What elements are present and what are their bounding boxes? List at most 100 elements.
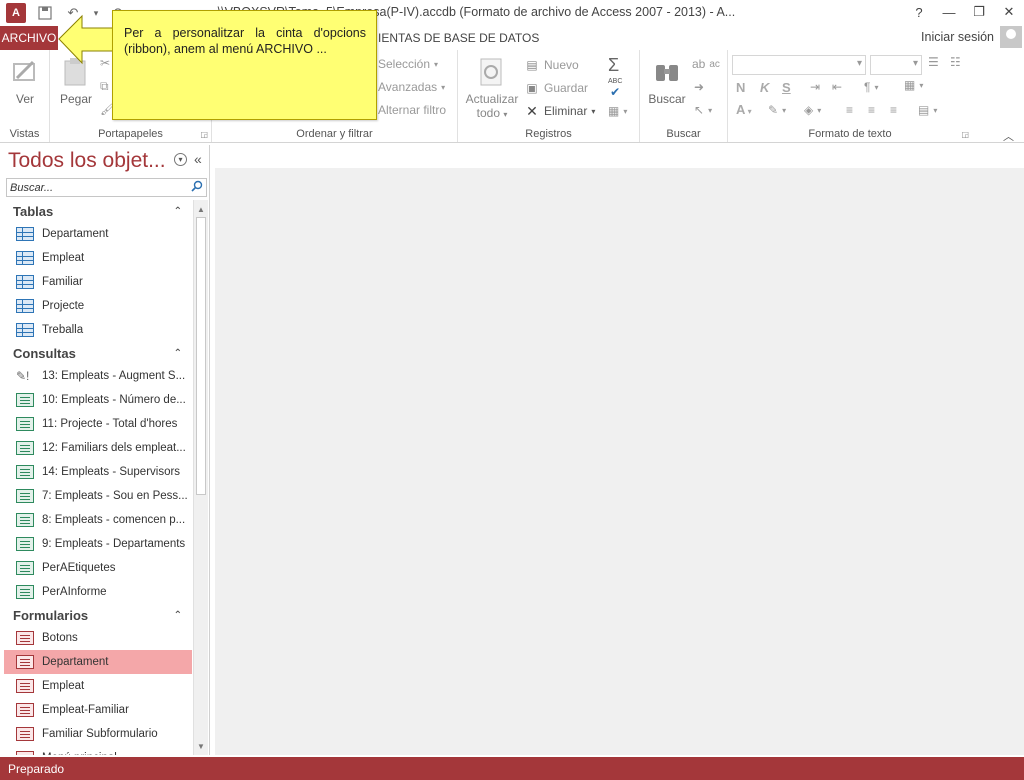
delete-record-button[interactable]: ✕ Eliminar ▾ [524, 103, 595, 119]
nav-item-form[interactable]: Menú principal [4, 746, 192, 755]
toggle-filter-button[interactable]: Alternar filtro [378, 103, 446, 117]
restore-button[interactable]: ❐ [964, 0, 994, 24]
window-controls: ? — ❐ ✕ [904, 0, 1024, 24]
nav-menu-chevron-icon[interactable]: ▾ [174, 153, 187, 166]
nav-item-query[interactable]: 11: Projecte - Total d'hores [4, 412, 192, 436]
help-button[interactable]: ? [904, 0, 934, 24]
underline-button[interactable]: S [782, 80, 791, 95]
nav-item-form[interactable]: Familiar Subformulario [4, 722, 192, 746]
font-name-combo[interactable] [732, 55, 866, 75]
selection-button[interactable]: Selección ▾ [378, 57, 438, 71]
avatar[interactable] [1000, 26, 1022, 48]
copy-icon[interactable]: ⧉ [100, 79, 109, 94]
minimize-button[interactable]: — [934, 0, 964, 24]
highlight-icon[interactable]: ✎ ▾ [768, 103, 786, 117]
access-app-icon[interactable]: A [6, 3, 26, 23]
nav-item-form[interactable]: Botons [4, 626, 192, 650]
nav-pane-title[interactable]: Todos los objet... [8, 149, 166, 173]
nav-item-query[interactable]: 12: Familiars dels empleat... [4, 436, 192, 460]
chevron-up-icon[interactable]: ⌃ [174, 206, 182, 217]
replace-icon[interactable]: ab ac [692, 57, 720, 71]
nav-scrollbar[interactable]: ▲ ▼ [193, 200, 208, 755]
form-icon [16, 679, 34, 693]
nav-search-input[interactable] [7, 179, 187, 196]
goto-icon[interactable]: ➜ [694, 80, 704, 94]
tab-file[interactable]: ARCHIVO [0, 26, 58, 50]
nav-collapse-icon[interactable]: « [194, 151, 202, 167]
indent-increase-icon[interactable]: ⇥ [810, 80, 820, 94]
spelling-icon[interactable]: ABC ✔ [608, 78, 622, 99]
find-button-label: Buscar [648, 92, 686, 106]
nav-category-form[interactable]: Formularios ⌃ [4, 604, 192, 626]
gridlines-icon[interactable]: ▦ ▾ [904, 78, 923, 92]
nav-item-query[interactable]: 10: Empleats - Número de... [4, 388, 192, 412]
nav-item-form[interactable]: Empleat [4, 674, 192, 698]
nav-category-query[interactable]: Consultas ⌃ [4, 342, 192, 364]
tab-database-tools[interactable]: IENTAS DE BASE DE DATOS [378, 31, 539, 45]
nav-category-label: Consultas [13, 345, 76, 361]
align-center-icon[interactable]: ≡ [868, 103, 875, 117]
nav-item-label: 9: Empleats - Departaments [42, 538, 186, 550]
text-format-launcher-icon[interactable]: ◲ [961, 130, 969, 139]
nav-item-label: 14: Empleats - Supervisors [42, 466, 181, 478]
alternate-fill-icon[interactable]: ▤ ▾ [918, 103, 937, 117]
save-record-button[interactable]: ▣ Guardar [524, 80, 588, 96]
scroll-up-icon[interactable]: ▲ [194, 202, 208, 216]
nav-item-query[interactable]: 7: Empleats - Sou en Pess... [4, 484, 192, 508]
select-icon[interactable]: ↖ ▾ [694, 103, 712, 117]
nav-item-table[interactable]: Departament [4, 222, 192, 246]
refresh-icon [476, 56, 508, 88]
nav-item-form[interactable]: Departament [4, 650, 192, 674]
nav-item-query[interactable]: 8: Empleats - comencen p... [4, 508, 192, 532]
fill-color-icon[interactable]: ◈ ▾ [804, 103, 821, 117]
more-records-icon[interactable]: ▦ ▾ [608, 104, 627, 118]
chevron-up-icon[interactable]: ⌃ [174, 348, 182, 359]
nav-item-table[interactable]: Projecte [4, 294, 192, 318]
nav-item-label: PerAEtiquetes [42, 562, 116, 574]
numbering-icon[interactable]: ☷ [950, 55, 961, 69]
font-color-button[interactable]: A ▾ [736, 102, 752, 117]
nav-item-table[interactable]: Familiar [4, 270, 192, 294]
nav-item-table[interactable]: Empleat [4, 246, 192, 270]
align-right-icon[interactable]: ≡ [890, 103, 897, 117]
scroll-thumb[interactable] [196, 217, 206, 495]
close-button[interactable]: ✕ [994, 0, 1024, 24]
italic-button[interactable]: K [760, 80, 769, 95]
refresh-all-button[interactable]: Actualizar todo ▾ [464, 56, 520, 120]
nav-item-query[interactable]: 14: Empleats - Supervisors [4, 460, 192, 484]
nav-item-label: PerAInforme [42, 586, 107, 598]
nav-item-query[interactable]: PerAEtiquetes [4, 556, 192, 580]
view-button[interactable]: Ver [8, 56, 42, 106]
nav-category-table[interactable]: Tablas ⌃ [4, 200, 192, 222]
collapse-ribbon-icon[interactable]: ︿ [1003, 128, 1014, 144]
paragraph-icon[interactable]: ¶ ▾ [864, 80, 878, 94]
nav-item-table[interactable]: Treballa [4, 318, 192, 342]
nav-item-query[interactable]: ✎! 13: Empleats - Augment S... [4, 364, 192, 388]
font-size-combo[interactable] [870, 55, 922, 75]
chevron-up-icon[interactable]: ⌃ [174, 610, 182, 621]
align-left-icon[interactable]: ≡ [846, 103, 853, 117]
nav-item-form[interactable]: Empleat-Familiar [4, 698, 192, 722]
find-button[interactable]: Buscar [646, 56, 688, 106]
scroll-down-icon[interactable]: ▼ [194, 739, 208, 753]
nav-item-label: 7: Empleats - Sou en Pess... [42, 490, 188, 502]
save-icon[interactable] [36, 4, 54, 22]
nav-item-label: Familiar Subformulario [42, 728, 158, 740]
clipboard-launcher-icon[interactable]: ◲ [200, 130, 208, 139]
nav-category-label: Formularios [13, 607, 89, 623]
search-icon[interactable] [191, 180, 203, 195]
bold-button[interactable]: N [736, 80, 745, 95]
workspace-area [215, 145, 1024, 755]
nav-item-query[interactable]: 9: Empleats - Departaments [4, 532, 192, 556]
totals-icon[interactable]: Σ [608, 55, 619, 76]
advanced-filter-button[interactable]: Avanzadas ▾ [378, 80, 445, 94]
nav-item-label: Departament [42, 656, 109, 668]
query-icon [16, 489, 34, 503]
new-record-button[interactable]: ▤ Nuevo [524, 57, 578, 73]
signin-link[interactable]: Iniciar sesión [921, 30, 994, 44]
group-label-views: Vistas [9, 128, 40, 140]
indent-decrease-icon[interactable]: ⇤ [832, 80, 842, 94]
new-record-icon: ▤ [526, 58, 538, 72]
bullets-icon[interactable]: ☰ [928, 55, 939, 69]
nav-item-query[interactable]: PerAInforme [4, 580, 192, 604]
